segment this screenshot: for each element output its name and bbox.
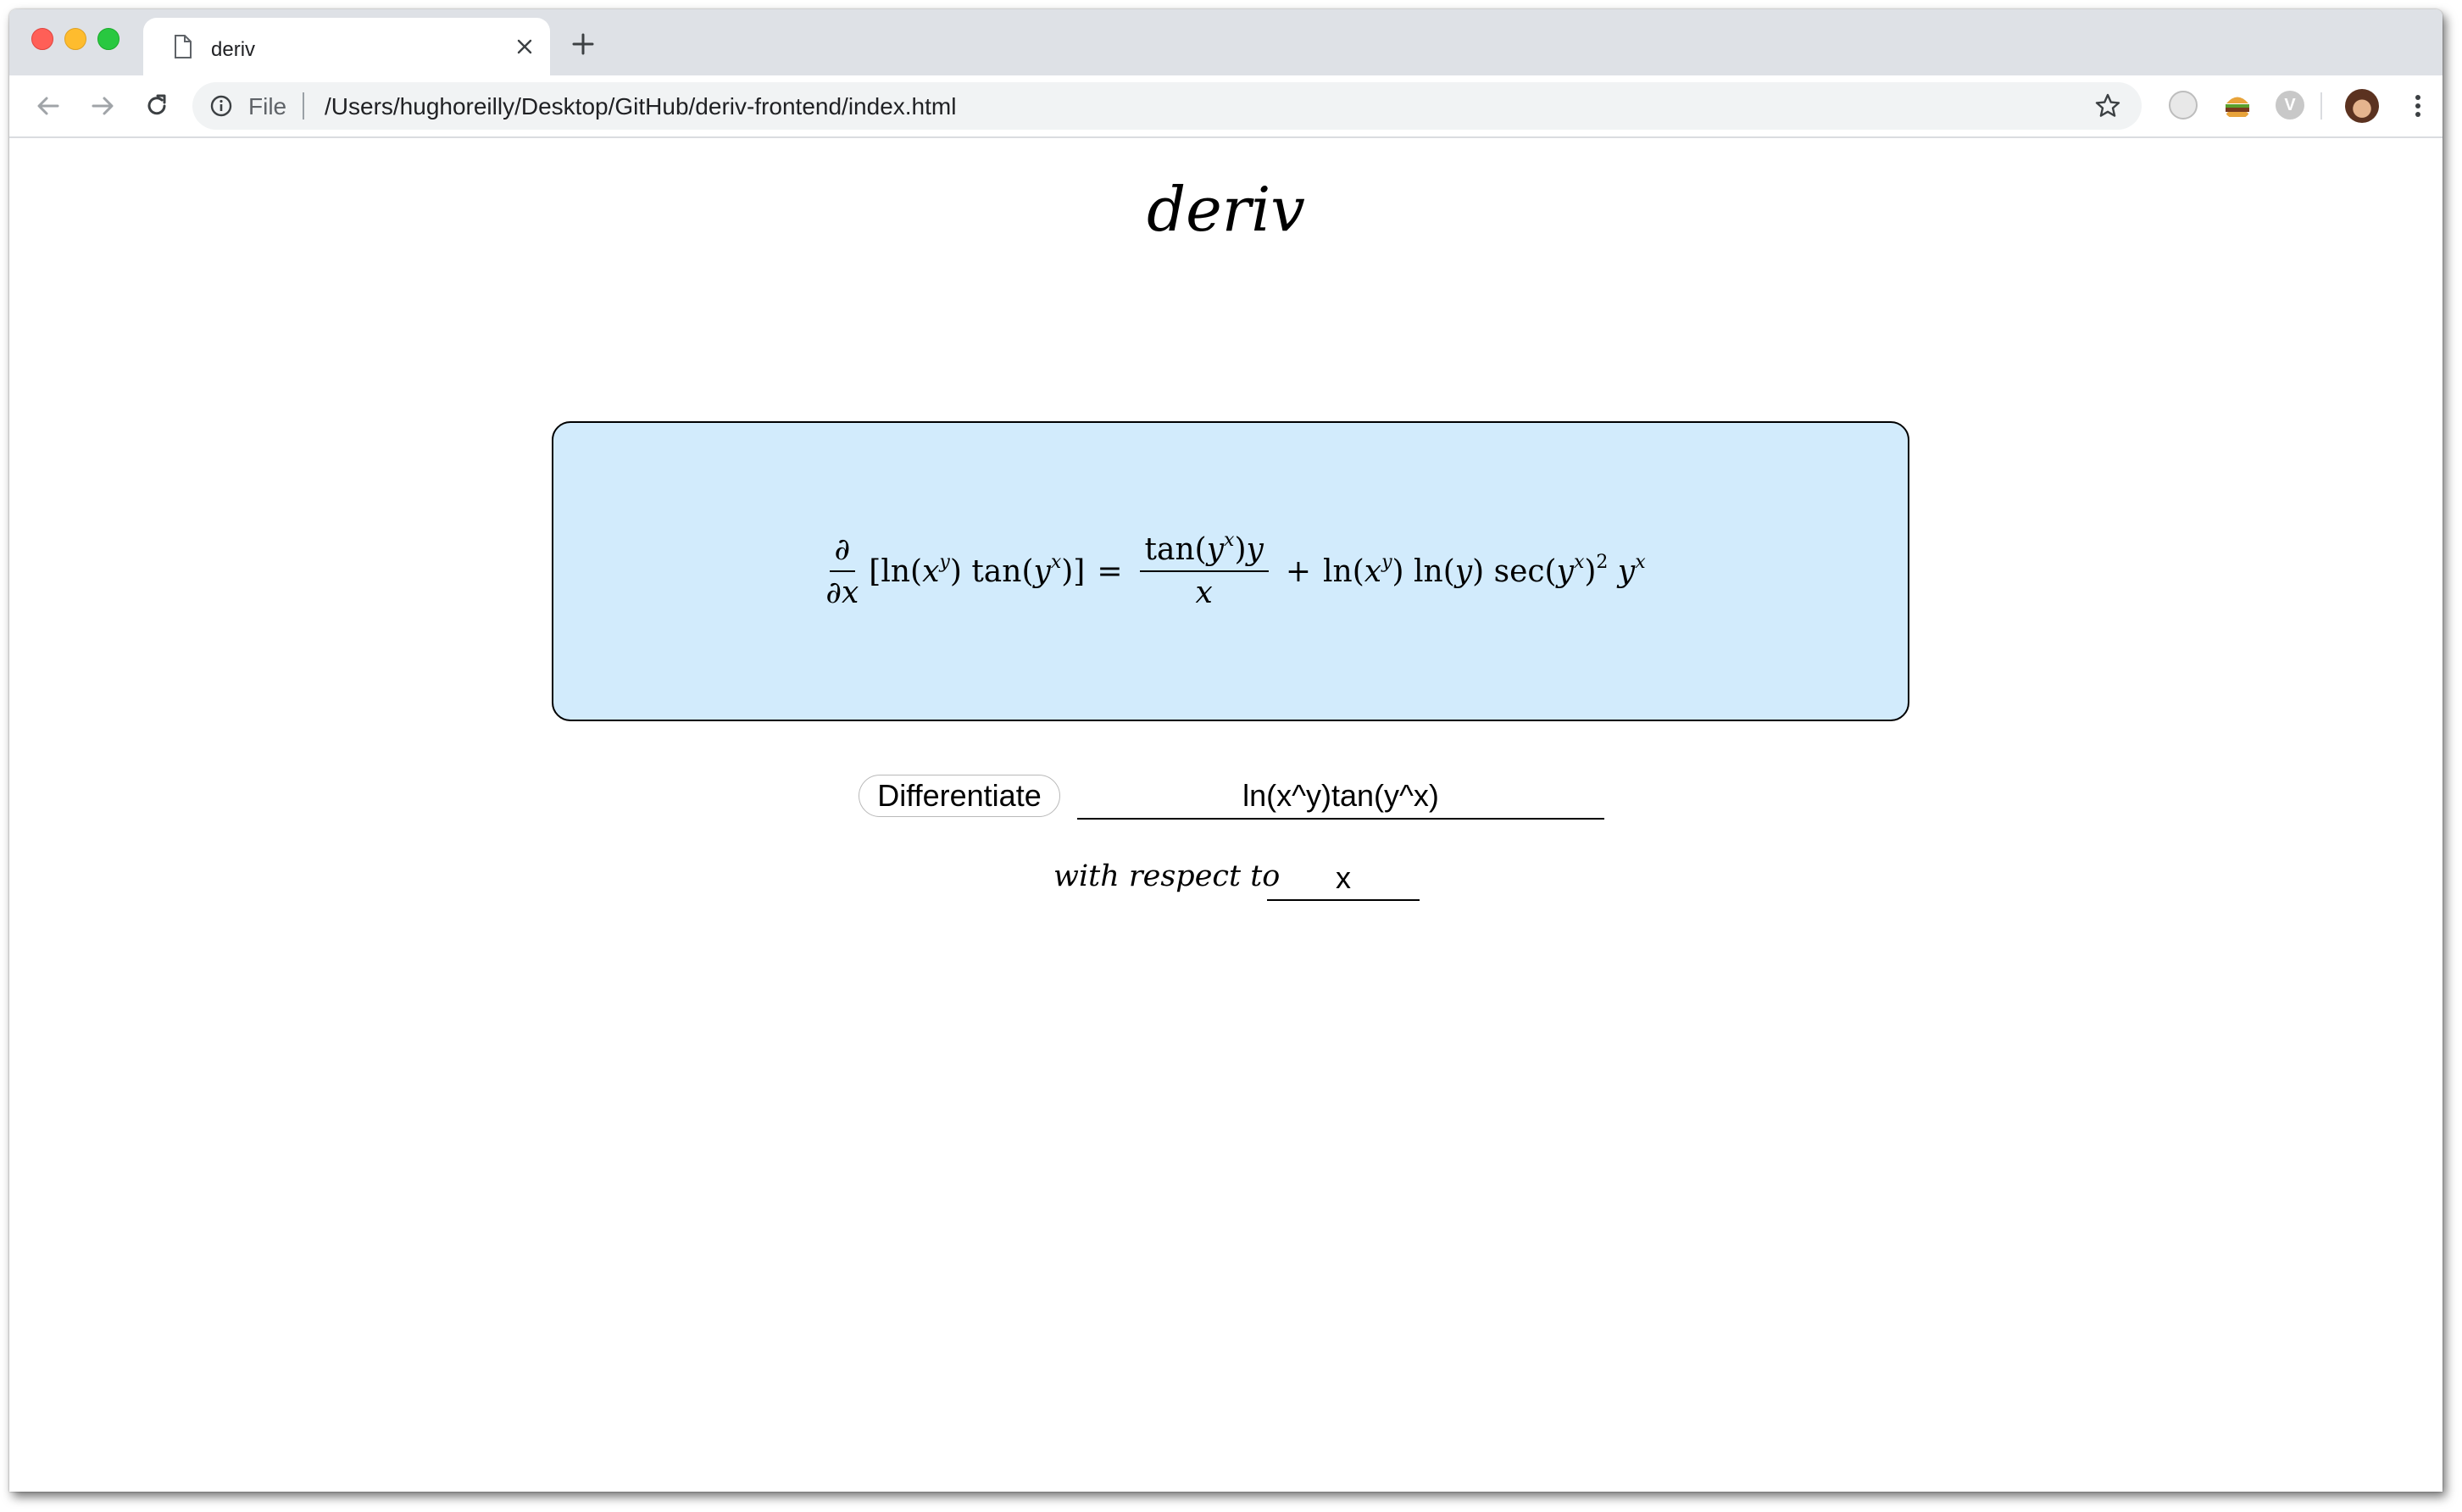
arrow-left-icon[interactable] [35,92,62,120]
url-scheme: File [248,93,287,120]
reload-icon[interactable] [143,92,170,120]
info-icon[interactable] [209,94,233,118]
variable-input[interactable] [1267,857,1420,901]
plus-sign: + [1285,553,1312,589]
document-icon [175,35,192,58]
profile-avatar[interactable] [2345,89,2379,123]
browser-window: deriv File /Users/hughoreilly/Desktop/Gi… [9,9,2443,1492]
differentiate-button[interactable]: Differentiate [859,775,1060,817]
minimize-window-button[interactable] [64,28,86,50]
page-title: deriv [1147,174,1305,245]
address-bar[interactable]: File /Users/hughoreilly/Desktop/GitHub/d… [192,82,2142,130]
with-respect-to-label: with respect to [1053,859,1281,893]
arrow-right-icon[interactable] [89,92,116,120]
url-divider [303,92,304,120]
star-icon[interactable] [2094,92,2121,120]
partial-numerator: ∂ [829,532,856,572]
kebab-menu-icon[interactable] [2413,92,2423,120]
url-text[interactable]: /Users/hughoreilly/Desktop/GitHub/deriv-… [325,93,956,120]
term1-numerator: tan(yx)y [1139,531,1269,572]
toolbar-divider [2320,92,2322,120]
term2-expression: ln(xy) ln(y) sec(yx)2 yx [1323,551,1646,589]
tab-deriv[interactable]: deriv [143,18,550,75]
expression-input[interactable] [1077,774,1604,820]
tab-bar: deriv [9,9,2443,75]
partial-denominator: ∂x [825,575,859,610]
extension-icon-1[interactable] [2169,91,2198,120]
extension-icon-v[interactable]: V [2276,91,2304,120]
derivative-equation: ∂ ∂x [ln(xy) tan(yx)] = tan(yx)y x + ln(… [553,423,1908,720]
lhs-expression: [ln(xy) tan(yx)] [869,551,1086,589]
result-panel: ∂ ∂x [ln(xy) tan(yx)] = tan(yx)y x + ln(… [552,421,1909,721]
plus-icon[interactable] [572,33,594,55]
term1-denominator: x [1195,575,1213,610]
partial-operator: ∂ ∂x [820,532,864,610]
term1-fraction: tan(yx)y x [1139,531,1269,610]
close-window-button[interactable] [31,28,53,50]
browser-toolbar: File /Users/hughoreilly/Desktop/GitHub/d… [9,75,2443,138]
close-icon[interactable] [514,36,535,57]
maximize-window-button[interactable] [97,28,119,50]
equals-sign: = [1097,553,1123,589]
tab-title: deriv [211,38,256,61]
burger-extension-icon[interactable] [2223,91,2252,120]
